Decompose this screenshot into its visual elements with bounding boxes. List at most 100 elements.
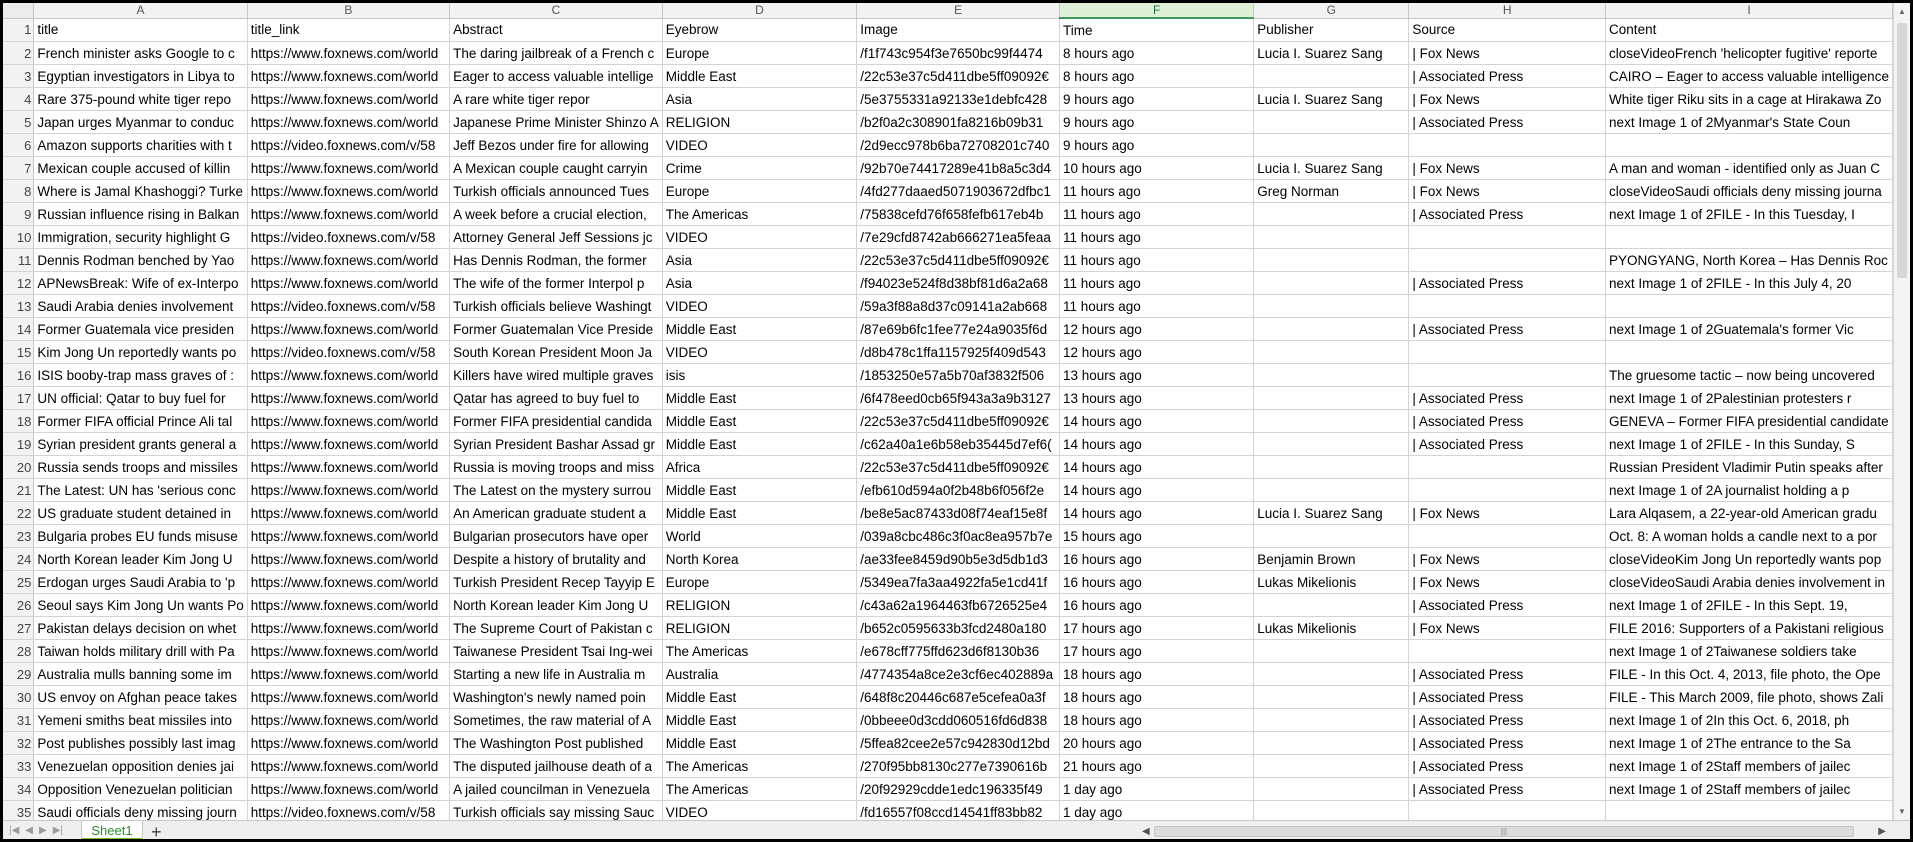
table-cell[interactable]: 17 hours ago [1059, 639, 1255, 663]
table-cell[interactable]: Opposition Venezuelan politician [33, 777, 248, 801]
table-cell[interactable]: /0bbeee0d3cdd060516fd6d838 [856, 708, 1060, 732]
table-cell[interactable]: Lucia I. Suarez Sang [1253, 156, 1410, 180]
table-cell[interactable] [1253, 409, 1410, 433]
header-cell[interactable]: Eyebrow [662, 18, 858, 42]
table-cell[interactable]: Killers have wired multiple graves [449, 363, 663, 387]
table-cell[interactable]: 15 hours ago [1059, 524, 1255, 548]
row-number[interactable]: 19 [3, 432, 35, 456]
table-cell[interactable]: | Associated Press [1408, 432, 1607, 456]
table-cell[interactable]: The Americas [662, 777, 858, 801]
table-cell[interactable]: https://www.foxnews.com/world [247, 179, 451, 203]
table-cell[interactable]: /b2f0a2c308901fa8216b09b31 [856, 110, 1060, 134]
table-cell[interactable]: CAIRO – Eager to access valuable intelli… [1605, 64, 1893, 88]
select-all-corner[interactable] [3, 3, 35, 19]
table-cell[interactable]: Egyptian investigators in Libya to [33, 64, 248, 88]
table-cell[interactable]: Oct. 8: A woman holds a candle next to a… [1605, 524, 1893, 548]
table-cell[interactable]: | Associated Press [1408, 777, 1607, 801]
table-cell[interactable]: Where is Jamal Khashoggi? Turke [33, 179, 248, 203]
table-cell[interactable] [1253, 386, 1410, 410]
table-cell[interactable]: /c62a40a1e6b58eb35445d7ef6( [856, 432, 1060, 456]
table-cell[interactable]: 12 hours ago [1059, 340, 1255, 364]
header-cell[interactable]: Image [856, 18, 1060, 42]
table-cell[interactable]: 21 hours ago [1059, 754, 1255, 778]
table-cell[interactable]: FILE - This March 2009, file photo, show… [1605, 685, 1893, 709]
column-header-g[interactable]: G [1253, 3, 1410, 19]
table-cell[interactable]: https://www.foxnews.com/world [247, 662, 451, 686]
table-cell[interactable]: RELIGION [662, 616, 858, 640]
table-cell[interactable]: https://video.foxnews.com/v/58 [247, 133, 451, 157]
add-sheet-button[interactable]: + [151, 821, 162, 839]
table-cell[interactable]: Has Dennis Rodman, the former [449, 248, 663, 272]
table-cell[interactable]: | Fox News [1408, 570, 1607, 594]
table-cell[interactable]: /648f8c20446c687e5cefea0a3f [856, 685, 1060, 709]
table-cell[interactable]: 16 hours ago [1059, 570, 1255, 594]
table-cell[interactable]: 14 hours ago [1059, 409, 1255, 433]
table-cell[interactable] [1408, 133, 1607, 157]
table-cell[interactable]: | Fox News [1408, 616, 1607, 640]
table-cell[interactable] [1253, 455, 1410, 479]
table-cell[interactable]: https://www.foxnews.com/world [247, 593, 451, 617]
table-cell[interactable]: https://www.foxnews.com/world [247, 754, 451, 778]
table-cell[interactable]: The Americas [662, 754, 858, 778]
column-header-b[interactable]: B [247, 3, 451, 19]
table-cell[interactable]: Asia [662, 271, 858, 295]
table-cell[interactable]: /5ffea82cee2e57c942830d12bd [856, 731, 1060, 755]
table-cell[interactable]: Russian influence rising in Balkan [33, 202, 248, 226]
table-cell[interactable]: Saudi Arabia denies involvement [33, 294, 248, 318]
table-cell[interactable]: 8 hours ago [1059, 64, 1255, 88]
table-cell[interactable] [1253, 248, 1410, 272]
table-cell[interactable]: Saudi officials deny missing journ [33, 800, 248, 820]
table-cell[interactable]: Lucia I. Suarez Sang [1253, 41, 1410, 65]
table-cell[interactable]: next Image 1 of 2FILE - In this Sunday, … [1605, 432, 1893, 456]
table-cell[interactable]: Taiwanese President Tsai Ing-wei [449, 639, 663, 663]
table-cell[interactable]: Former Guatemalan Vice Preside [449, 317, 663, 341]
table-cell[interactable]: https://www.foxnews.com/world [247, 110, 451, 134]
table-cell[interactable]: Despite a history of brutality and [449, 547, 663, 571]
table-cell[interactable]: | Associated Press [1408, 409, 1607, 433]
table-cell[interactable]: /7e29cfd8742ab666271ea5feaa [856, 225, 1060, 249]
table-cell[interactable]: South Korean President Moon Ja [449, 340, 663, 364]
table-cell[interactable]: Middle East [662, 685, 858, 709]
table-cell[interactable]: https://www.foxnews.com/world [247, 616, 451, 640]
table-cell[interactable]: | Associated Press [1408, 708, 1607, 732]
table-cell[interactable]: ISIS booby-trap mass graves of : [33, 363, 248, 387]
table-cell[interactable]: | Fox News [1408, 501, 1607, 525]
column-header-f[interactable]: F [1059, 3, 1255, 19]
table-cell[interactable]: Asia [662, 248, 858, 272]
table-cell[interactable]: closeVideoKim Jong Un reportedly wants p… [1605, 547, 1893, 571]
table-cell[interactable]: Rare 375-pound white tiger repo [33, 87, 248, 111]
table-cell[interactable]: Amazon supports charities with t [33, 133, 248, 157]
table-cell[interactable]: /20f92929cdde1edc196335f49 [856, 777, 1060, 801]
table-cell[interactable]: Benjamin Brown [1253, 547, 1410, 571]
table-cell[interactable]: /efb610d594a0f2b48b6f056f2e [856, 478, 1060, 502]
table-cell[interactable]: /59a3f88a8d37c09141a2ab668 [856, 294, 1060, 318]
table-cell[interactable] [1253, 64, 1410, 88]
table-cell[interactable]: GENEVA – Former FIFA presidential candid… [1605, 409, 1893, 433]
table-cell[interactable]: next Image 1 of 2FILE - In this Tuesday,… [1605, 202, 1893, 226]
table-cell[interactable]: | Associated Press [1408, 386, 1607, 410]
table-cell[interactable]: 11 hours ago [1059, 202, 1255, 226]
table-cell[interactable]: 8 hours ago [1059, 41, 1255, 65]
table-cell[interactable]: /1853250e57a5b70af3832f506 [856, 363, 1060, 387]
table-cell[interactable]: A rare white tiger repor [449, 87, 663, 111]
row-number[interactable]: 21 [3, 478, 35, 502]
table-cell[interactable]: next Image 1 of 2Staff members of jailec [1605, 754, 1893, 778]
table-cell[interactable]: 14 hours ago [1059, 455, 1255, 479]
table-cell[interactable]: /039a8cbc486c3f0ac8ea957b7e [856, 524, 1060, 548]
table-cell[interactable]: closeVideoSaudi Arabia denies involvemen… [1605, 570, 1893, 594]
table-cell[interactable]: Russian President Vladimir Putin speaks … [1605, 455, 1893, 479]
header-cell[interactable]: Source [1408, 18, 1607, 42]
table-cell[interactable]: https://video.foxnews.com/v/58 [247, 340, 451, 364]
row-number[interactable]: 17 [3, 386, 35, 410]
table-cell[interactable]: /ae33fee8459d90b5e3d5db1d3 [856, 547, 1060, 571]
header-cell[interactable]: Time [1059, 18, 1255, 42]
table-cell[interactable]: https://www.foxnews.com/world [247, 271, 451, 295]
table-cell[interactable] [1253, 363, 1410, 387]
table-cell[interactable] [1253, 800, 1410, 820]
table-cell[interactable]: US envoy on Afghan peace takes [33, 685, 248, 709]
row-number[interactable]: 27 [3, 616, 35, 640]
scroll-up-icon[interactable]: ▲ [1898, 7, 1906, 16]
table-cell[interactable]: US graduate student detained in [33, 501, 248, 525]
table-cell[interactable]: 16 hours ago [1059, 593, 1255, 617]
table-cell[interactable] [1408, 800, 1607, 820]
